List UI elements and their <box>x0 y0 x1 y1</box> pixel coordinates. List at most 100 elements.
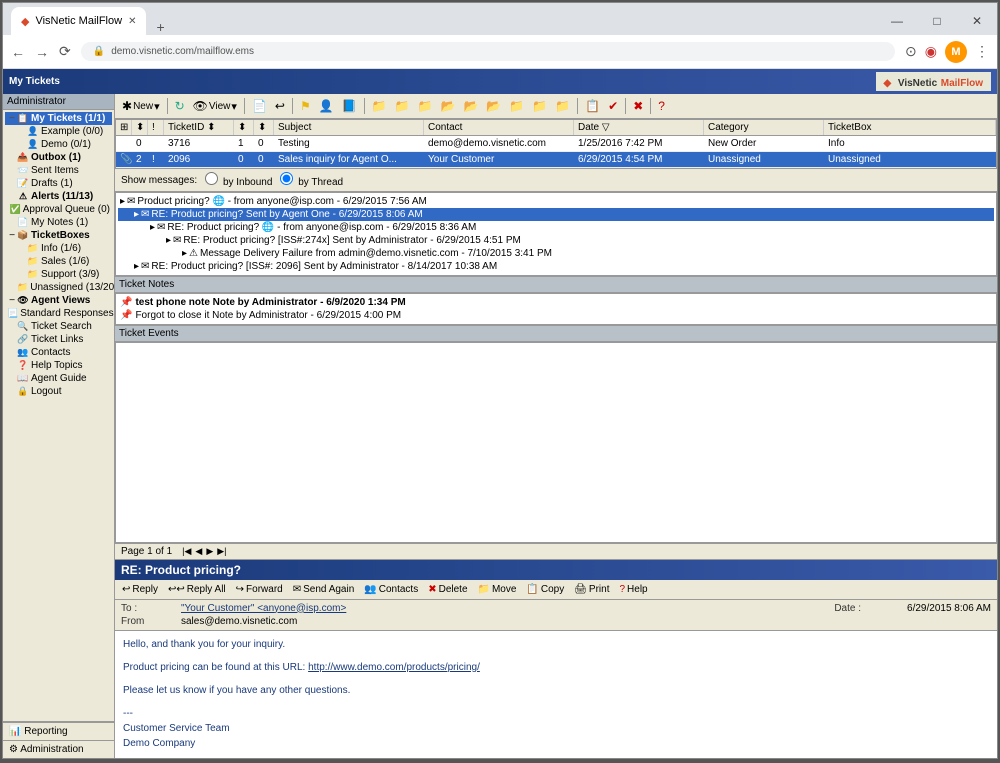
filter-thread-radio[interactable] <box>280 172 293 185</box>
note-item[interactable]: 📌Forgot to close it Note by Administrato… <box>118 309 994 322</box>
sidebar-item[interactable]: 📁Support (3/9) <box>5 268 112 281</box>
col-flag[interactable]: ⊞ <box>116 120 132 135</box>
settings-icon[interactable]: ⊙ <box>905 43 917 60</box>
sidebar-item[interactable]: 🔒Logout <box>5 385 112 398</box>
f4-button[interactable]: 📂 <box>437 97 458 115</box>
sidebar-footer-item[interactable]: 📊 Reporting <box>3 722 114 740</box>
thread-item[interactable]: ▸✉ RE: Product pricing? 🌐 - from anyone@… <box>118 221 994 234</box>
sidebar-item[interactable]: 📨Sent Items <box>5 164 112 177</box>
thread-item[interactable]: ▸✉ RE: Product pricing? [ISS#:274x] Sent… <box>118 234 994 247</box>
f5-button[interactable]: 📂 <box>460 97 481 115</box>
col-ticketbox[interactable]: TicketBox <box>824 120 996 135</box>
f9-button[interactable]: 📁 <box>552 97 573 115</box>
sidebar-item[interactable]: 📁Unassigned (13/20) <box>5 281 112 294</box>
sidebar-item[interactable]: 🔍Ticket Search <box>5 320 112 333</box>
book-button[interactable]: 📘 <box>339 97 360 115</box>
thread-item[interactable]: ▸✉ Product pricing? 🌐 - from anyone@isp.… <box>118 195 994 208</box>
pager-next[interactable]: ▶ <box>206 546 213 557</box>
browser-tab[interactable]: ◆ VisNetic MailFlow ✕ <box>11 7 146 35</box>
help-button[interactable]: ?Help <box>616 583 650 596</box>
col-date[interactable]: Date ▽ <box>574 120 704 135</box>
col-ticketid[interactable]: TicketID ⬍ <box>164 120 234 135</box>
refresh-button[interactable]: ↻ <box>172 97 188 115</box>
reload-button[interactable]: ⟳ <box>59 43 71 60</box>
flag1-button[interactable]: ⚑ <box>297 97 314 115</box>
print-button[interactable]: 🖨Print <box>571 583 612 596</box>
sidebar-item[interactable]: 📃Standard Responses <box>5 307 112 320</box>
delete-button[interactable]: ✖Delete <box>425 583 470 596</box>
sidebar-item[interactable]: ✅Approval Queue (0) <box>5 203 112 216</box>
sidebar-item[interactable]: 👤Demo (0/1) <box>5 138 112 151</box>
col-contact[interactable]: Contact <box>424 120 574 135</box>
col-category[interactable]: Category <box>704 120 824 135</box>
new-tab-button[interactable]: + <box>146 19 174 35</box>
thread-item[interactable]: ▸✉ RE: Product pricing? Sent by Agent On… <box>118 208 994 221</box>
doc-button[interactable]: 📄 <box>249 97 270 115</box>
sidebar-item[interactable]: 📁Info (1/6) <box>5 242 112 255</box>
f7-button[interactable]: 📁 <box>506 97 527 115</box>
ticket-row[interactable]: 📎2!209600Sales inquiry for Agent O...You… <box>116 152 996 168</box>
help-button[interactable]: ? <box>655 97 668 115</box>
sidebar-item[interactable]: 📄My Notes (1) <box>5 216 112 229</box>
address-bar[interactable]: 🔒 demo.visnetic.com/mailflow.ems <box>81 42 895 61</box>
forward-button[interactable]: ↪Forward <box>233 583 286 596</box>
assign-button[interactable]: 👤 <box>316 97 337 115</box>
note-item[interactable]: 📌test phone note Note by Administrator -… <box>118 296 994 309</box>
close-button[interactable]: ✕ <box>957 7 997 35</box>
extension-icon[interactable]: ◉ <box>925 43 937 60</box>
sidebar-item[interactable]: 👥Contacts <box>5 346 112 359</box>
to-value[interactable]: "Your Customer" <anyone@isp.com> <box>181 603 346 614</box>
forward-button[interactable]: → <box>35 44 49 60</box>
f1-button[interactable]: 📁 <box>369 97 390 115</box>
pager-prev[interactable]: ◀ <box>195 546 202 557</box>
col-pri[interactable]: ! <box>148 120 164 135</box>
f2-button[interactable]: 📁 <box>392 97 413 115</box>
minimize-button[interactable]: — <box>877 7 917 35</box>
sidebar-item[interactable]: −📋My Tickets (1/1) <box>5 112 112 125</box>
thread-item[interactable]: ▸⚠ Message Delivery Failure from admin@d… <box>118 247 994 260</box>
thread-item[interactable]: ▸✉ RE: Product pricing? [ISS#: 2096] Sen… <box>118 260 994 273</box>
maximize-button[interactable]: □ <box>917 7 957 35</box>
ticket-row[interactable]: 0371610Testingdemo@demo.visnetic.com1/25… <box>116 136 996 152</box>
pricing-link[interactable]: http://www.demo.com/products/pricing/ <box>308 662 480 673</box>
sidebar-item[interactable]: 🔗Ticket Links <box>5 333 112 346</box>
col-m2[interactable]: ⬍ <box>254 120 274 135</box>
reply-button[interactable]: ↩Reply <box>119 583 161 596</box>
f8-button[interactable]: 📁 <box>529 97 550 115</box>
view-button[interactable]: 👁View ▾ <box>190 97 240 115</box>
pager-last[interactable]: ▶| <box>217 546 226 557</box>
sidebar-item[interactable]: 📖Agent Guide <box>5 372 112 385</box>
check-button[interactable]: ✔ <box>605 97 621 115</box>
contacts-button[interactable]: 👥Contacts <box>361 583 421 596</box>
back-button[interactable]: ← <box>11 44 25 60</box>
pager-first[interactable]: |◀ <box>182 546 191 557</box>
sidebar-item[interactable]: 📝Drafts (1) <box>5 177 112 190</box>
reply-button[interactable]: ↩ <box>272 97 288 115</box>
filter-inbound-radio[interactable] <box>205 172 218 185</box>
col-subject[interactable]: Subject <box>274 120 424 135</box>
replyall-button[interactable]: ↩↩Reply All <box>165 583 229 596</box>
sidebar-item[interactable]: 📁Sales (1/6) <box>5 255 112 268</box>
f6-button[interactable]: 📂 <box>483 97 504 115</box>
new-button[interactable]: ✱New ▾ <box>119 97 163 115</box>
sidebar-item[interactable]: 👤Example (0/0) <box>5 125 112 138</box>
delete-button[interactable]: ✖ <box>630 97 646 115</box>
f3-button[interactable]: 📁 <box>415 97 436 115</box>
sidebar-item[interactable]: −📦TicketBoxes <box>5 229 112 242</box>
filter-inbound[interactable]: by Inbound <box>203 172 272 188</box>
sendagain-button[interactable]: ✉Send Again <box>290 583 358 596</box>
col-att[interactable]: ⬍ <box>132 120 148 135</box>
profile-avatar[interactable]: M <box>945 41 967 63</box>
move-button[interactable]: 📁Move <box>475 583 520 596</box>
tab-close-icon[interactable]: ✕ <box>128 16 136 27</box>
filter-thread[interactable]: by Thread <box>278 172 343 188</box>
sidebar-footer-item[interactable]: ⚙ Administration <box>3 740 114 758</box>
sidebar-item[interactable]: 📤Outbox (1) <box>5 151 112 164</box>
sidebar-item[interactable]: ⚠Alerts (11/13) <box>5 190 112 203</box>
tool1-button[interactable]: 📋 <box>582 97 603 115</box>
sidebar-item[interactable]: ❓Help Topics <box>5 359 112 372</box>
sidebar-item[interactable]: −👁Agent Views <box>5 294 112 307</box>
copy-button[interactable]: 📋Copy <box>523 583 567 596</box>
col-m1[interactable]: ⬍ <box>234 120 254 135</box>
menu-icon[interactable]: ⋮ <box>975 43 989 60</box>
